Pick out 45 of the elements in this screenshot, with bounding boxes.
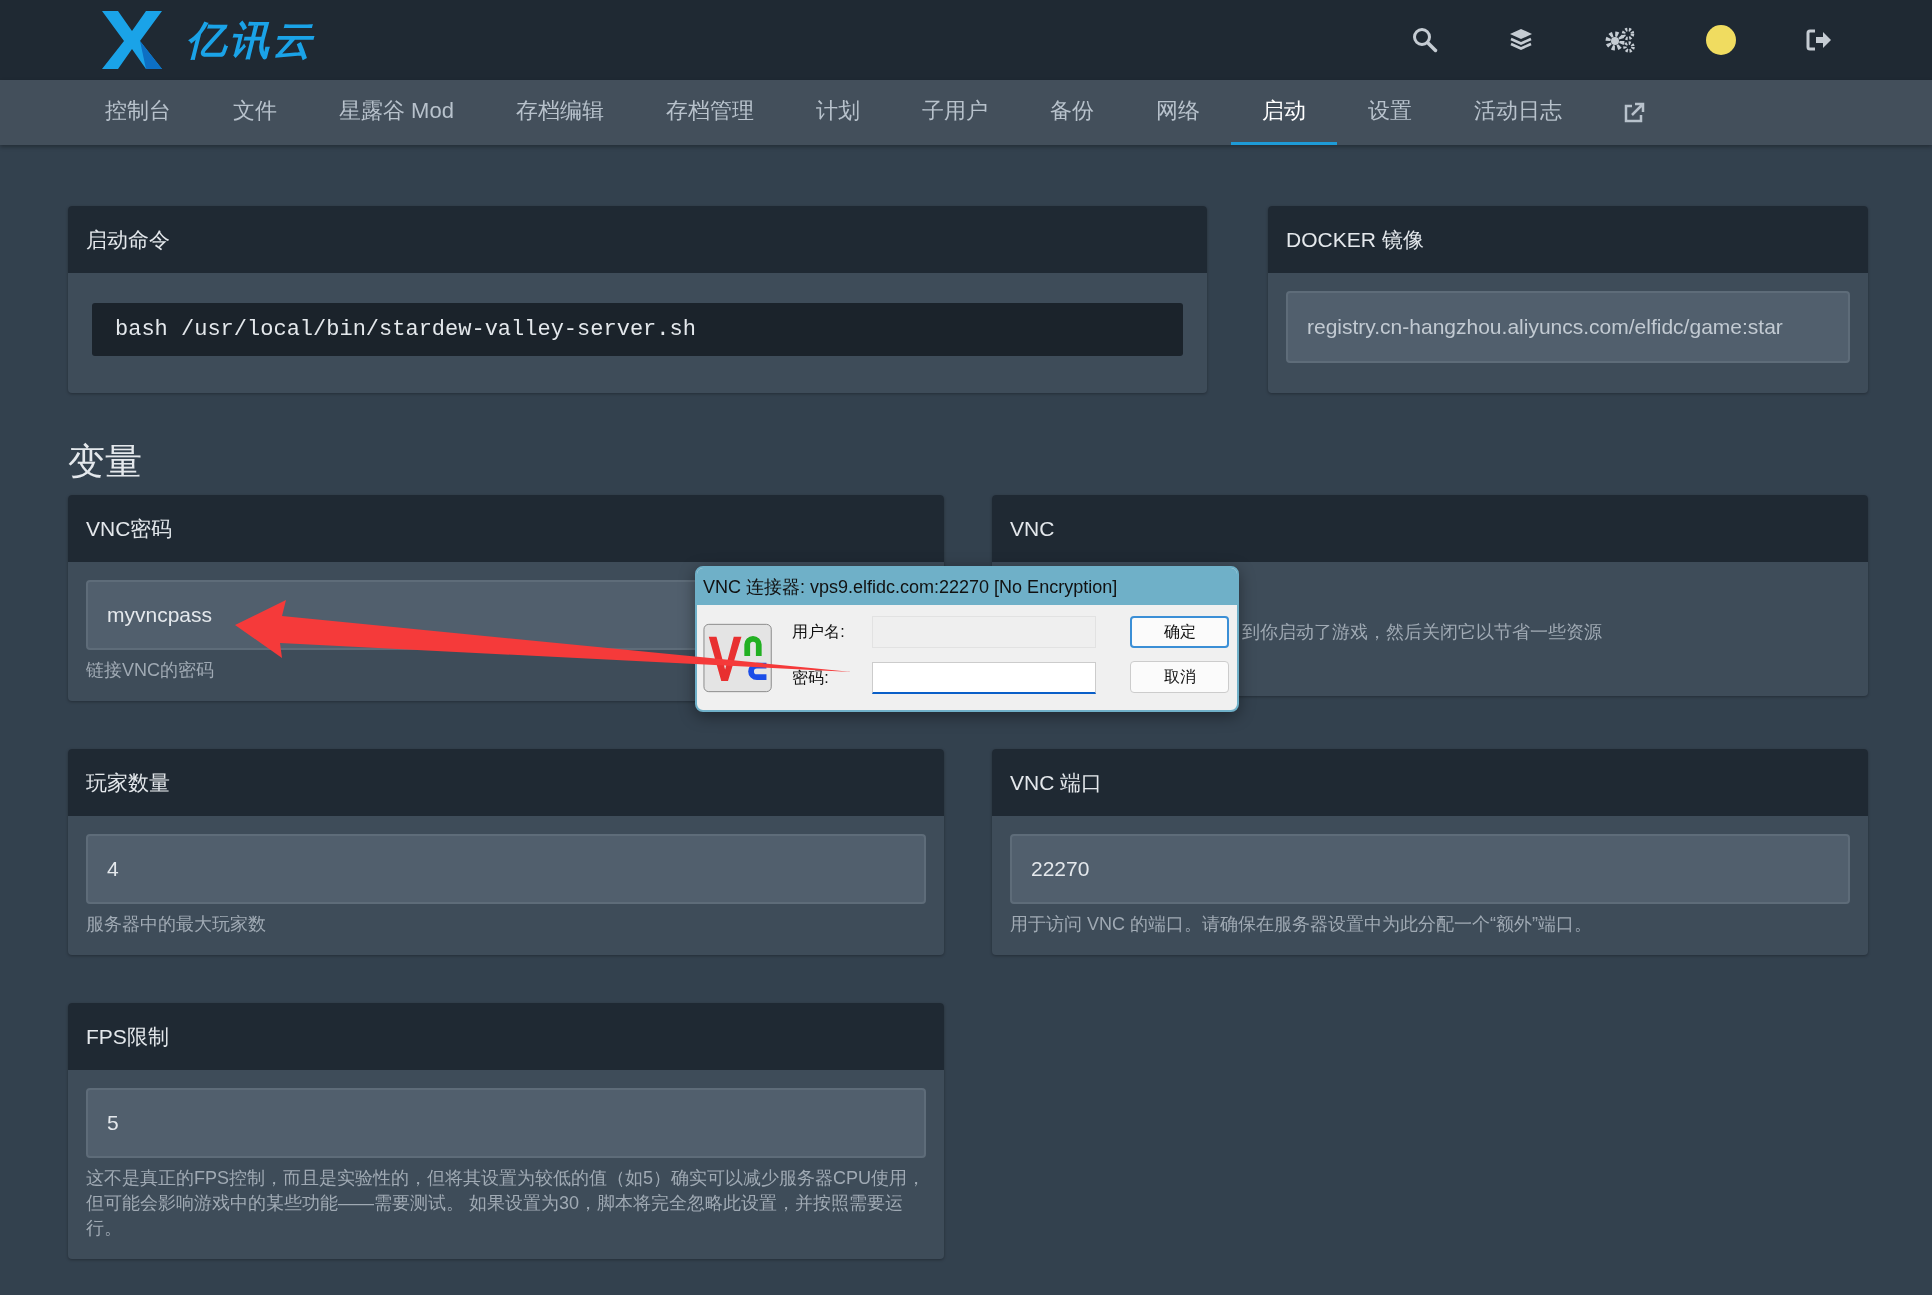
nav-tab[interactable]: 网络 [1124,80,1231,145]
nav-tab[interactable]: 存档编辑 [484,80,635,145]
command-field[interactable]: bash /usr/local/bin/stardew-valley-server.sh [92,303,1183,356]
nav-tab[interactable]: 计划 [784,80,891,145]
logo-icon [100,9,164,71]
card-title: 启动命令 [86,226,170,253]
logo-text: 亿讯云 [186,16,315,64]
layers-icon[interactable] [1508,27,1534,53]
nav-tab[interactable]: 星露谷 Mod [308,80,485,145]
external-link-icon[interactable] [1622,101,1645,124]
nav-tab[interactable]: 活动日志 [1442,80,1593,145]
card-title: 玩家数量 [86,769,170,796]
nav-tab[interactable]: 存档管理 [634,80,785,145]
nav-tab[interactable]: 设置 [1336,80,1443,145]
settings-icon[interactable] [1604,26,1636,54]
input-field[interactable]: 22270 [1010,834,1850,904]
nav-tab[interactable]: 子用户 [890,80,1019,145]
avatar-icon[interactable] [1706,25,1736,55]
vnc-logo-icon [703,622,773,694]
field-label: 用户名: [792,621,845,642]
nav-tab[interactable]: 控制台 [74,80,202,145]
dialog-button[interactable]: 确定 [1130,616,1229,648]
input-field[interactable]: 5 [86,1088,926,1158]
card-title: VNC [1010,516,1055,541]
nav-tab[interactable]: 备份 [1018,80,1125,145]
field-description: 链接VNC的密码 [86,659,214,682]
nav-tab[interactable]: 文件 [202,80,308,145]
card-title: DOCKER 镜像 [1286,226,1424,253]
card-title: FPS限制 [86,1023,169,1050]
dialog-button[interactable]: 取消 [1130,661,1229,693]
input-field[interactable] [872,662,1096,694]
field-description: 用于访问 VNC 的端口。请确保在服务器设置中为此分配一个“额外”端口。 [1010,913,1592,936]
field-description: 服务器中的最大玩家数 [86,913,266,936]
logout-icon[interactable] [1806,29,1832,51]
input-field[interactable]: 4 [86,834,926,904]
dialog-title: VNC 连接器: vps9.elfidc.com:22270 [No Encryption] [697,568,1237,605]
image-field[interactable]: registry.cn-hangzhou.aliyuncs.com/elfidc/game:star [1286,291,1850,363]
search-icon[interactable] [1412,27,1438,53]
section-heading: 变量 [68,440,143,484]
field-label: 密码: [792,667,829,688]
nav-tab[interactable]: 启动 [1230,80,1337,145]
card-title: VNC密码 [86,515,173,542]
card-title: VNC 端口 [1010,769,1103,796]
field-description: 到你启动了游戏，然后关闭它以节省一些资源 [1242,621,1602,644]
field-description: 这不是真正的FPS控制，而且是实验性的，但将其设置为较低的值（如5）确实可以减少服务器CPU使用，但可能会影响游戏中的某些功能——需要测试。 如果设置为30，脚本将完全忽略此设置，并按照需要运行。 [86,1167,926,1240]
